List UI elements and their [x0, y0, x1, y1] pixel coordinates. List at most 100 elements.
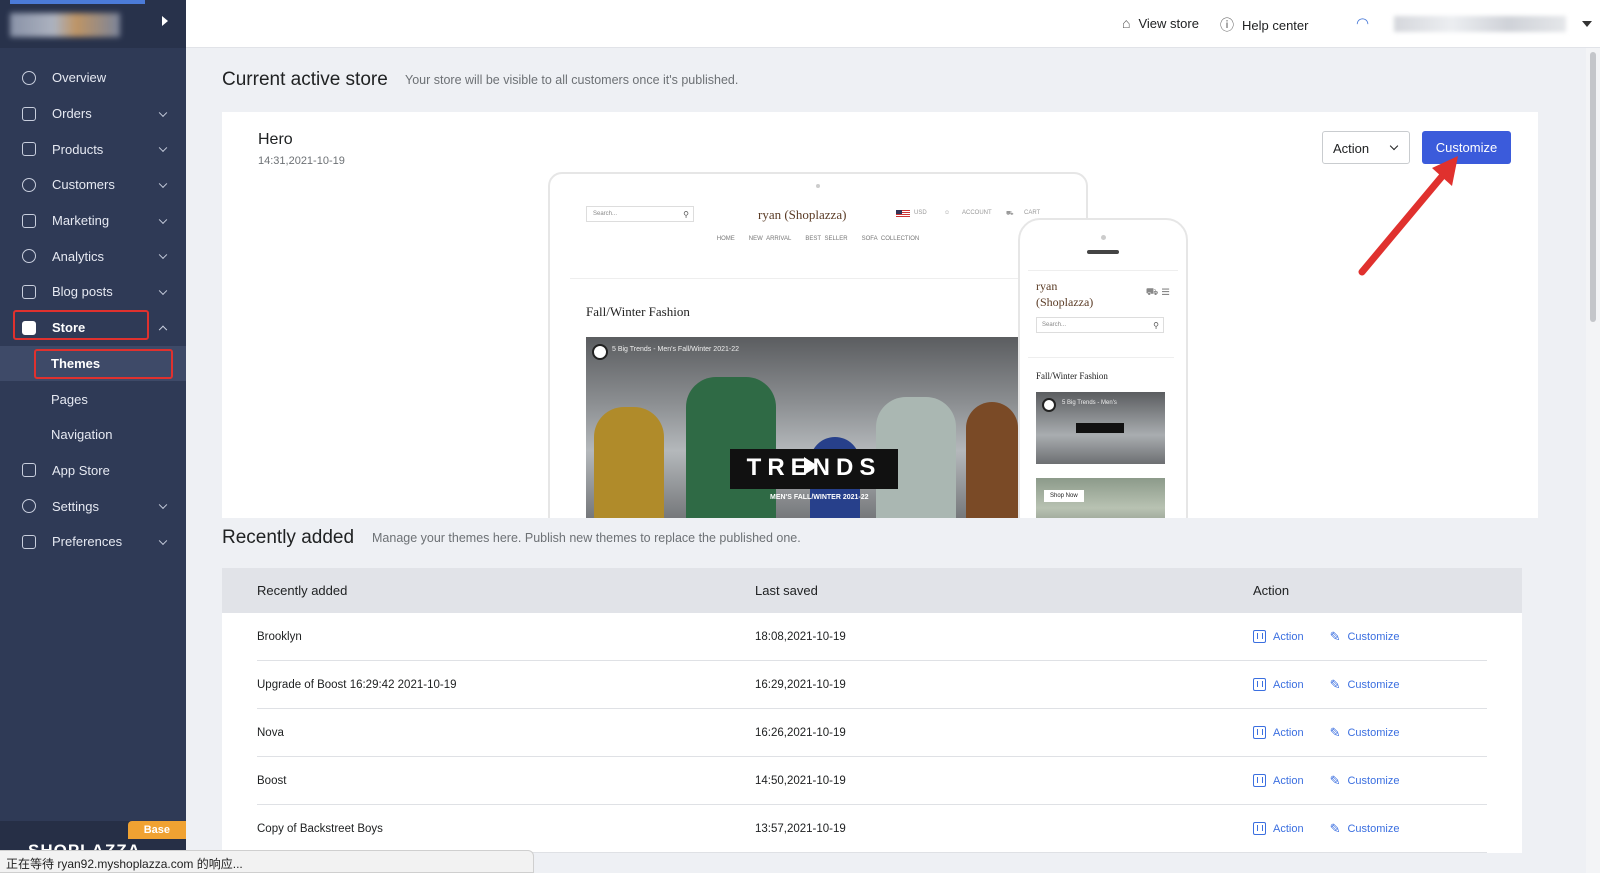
preview-video: 5 Big Trends - Men's Fall/Winter 2021-22… — [586, 337, 1018, 518]
sidebar-item-app-store[interactable]: App Store — [0, 453, 186, 489]
pencil-icon: ✎ — [1329, 628, 1341, 644]
column-header: Action — [1253, 583, 1290, 598]
browser-status-bar: 正在等待 ryan92.myshoplazza.com 的响应... — [0, 850, 534, 873]
sidebar-item-products[interactable]: Products — [0, 131, 186, 167]
sidebar-item-blog-posts[interactable]: Blog posts — [0, 274, 186, 310]
row-customize-label: Customize — [1347, 822, 1400, 835]
chevron-down-icon — [1389, 141, 1399, 151]
orders-icon — [22, 106, 36, 121]
mobile-brand: ryan (Shoplazza) — [1036, 278, 1093, 310]
chevron-down-icon — [158, 500, 168, 510]
shop-now-button: Shop Now — [1044, 490, 1084, 502]
table-row: Boost 14:50,2021-10-19 Action ✎ Customize — [257, 757, 1487, 805]
help-center-link[interactable]: ⓘ Help center — [1220, 15, 1308, 35]
row-action-label: Action — [1273, 774, 1304, 787]
top-bar: ⌂ View store ⓘ Help center ◠ — [186, 0, 1600, 48]
view-store-link[interactable]: ⌂ View store — [1122, 15, 1199, 31]
account-dropdown-icon[interactable] — [1582, 21, 1592, 27]
sidebar-item-label: Marketing — [52, 213, 110, 229]
play-icon — [804, 457, 818, 475]
table-row: Brooklyn 18:08,2021-10-19 Action ✎ Custom… — [257, 613, 1487, 661]
theme-timestamp: 14:31,2021-10-19 — [258, 155, 345, 167]
scrollbar-thumb[interactable] — [1590, 52, 1596, 322]
sidebar-nav: Overview Orders Products Customers Marke… — [0, 48, 186, 560]
row-customize-label: Customize — [1347, 630, 1400, 643]
sidebar-item-label: Customers — [52, 177, 115, 193]
preview-heading: Fall/Winter Fashion — [586, 304, 690, 319]
help-center-label: Help center — [1242, 17, 1309, 33]
desktop-preview[interactable]: Search... ⚲ ryan (Shoplazza) USD ☺ ACCOUN… — [548, 172, 1088, 518]
wifi-icon[interactable]: ◠ — [1356, 14, 1369, 32]
last-saved-cell: 13:57,2021-10-19 — [755, 822, 846, 835]
sidebar-subitem-pages[interactable]: Pages — [0, 381, 186, 417]
row-action-link[interactable]: Action — [1253, 678, 1304, 691]
action-icon — [1253, 630, 1266, 643]
search-icon: ⚲ — [683, 210, 689, 219]
table-row: Upgrade of Boost 16:29:42 2021-10-19 16:… — [257, 661, 1487, 709]
menu-icon: ⛟ ☰ — [1145, 287, 1170, 298]
sidebar-item-label: Products — [52, 141, 104, 157]
sidebar-item-label: Preferences — [52, 534, 123, 550]
recently-added-title: Recently added — [222, 527, 355, 548]
video-title: 5 Big Trends - Men's Fall/Winter 2021-22 — [612, 346, 740, 353]
red-arrow-annotation — [1358, 156, 1458, 276]
row-customize-label: Customize — [1347, 726, 1400, 739]
sidebar-item-orders[interactable]: Orders — [0, 96, 186, 132]
sidebar-subitem-navigation[interactable]: Navigation — [0, 417, 186, 453]
settings-icon — [22, 499, 36, 514]
sidebar-item-label: Analytics — [52, 248, 105, 264]
row-action-link[interactable]: Action — [1253, 630, 1304, 643]
row-customize-link[interactable]: ✎ Customize — [1330, 725, 1400, 741]
row-action-link[interactable]: Action — [1253, 726, 1304, 739]
view-store-label: View store — [1138, 15, 1199, 31]
row-customize-link[interactable]: ✎ Customize — [1330, 773, 1400, 789]
page-scrollbar[interactable] — [1586, 48, 1600, 873]
preview-nav-item: HOME — [716, 236, 735, 242]
actions-cell: Action ✎ Customize — [1253, 773, 1425, 789]
sidebar-item-customers[interactable]: Customers — [0, 167, 186, 203]
mobile-video-title: 5 Big Trends - Men's — [1062, 400, 1117, 406]
video-figure — [594, 407, 664, 518]
sidebar-item-settings[interactable]: Settings — [0, 488, 186, 524]
search-icon: ⚲ — [1153, 321, 1159, 330]
row-customize-link[interactable]: ✎ Customize — [1330, 629, 1400, 645]
theme-name-cell: Boost — [257, 774, 287, 787]
progress-line — [10, 0, 145, 4]
sidebar-item-label: App Store — [52, 462, 110, 478]
sidebar-subitem-themes[interactable]: Themes — [0, 345, 186, 382]
actions-cell: Action ✎ Customize — [1253, 821, 1425, 837]
row-action-link[interactable]: Action — [1253, 774, 1304, 787]
sidebar-item-overview[interactable]: Overview — [0, 60, 186, 96]
row-action-label: Action — [1273, 822, 1304, 835]
preview-cart: CART — [1024, 210, 1041, 216]
action-icon — [1253, 678, 1266, 691]
mobile-preview[interactable]: ryan (Shoplazza) ⛟ ☰ Search... ⚲ Fall/Wint… — [1018, 218, 1188, 518]
chevron-down-icon — [158, 215, 168, 224]
action-icon — [1253, 774, 1266, 787]
highlight-box — [34, 348, 173, 379]
current-store-subtitle: Your store will be visible to all custom… — [405, 73, 739, 87]
camera-dot — [816, 184, 820, 188]
sidebar-item-store[interactable]: Store — [0, 309, 186, 346]
pencil-icon: ✎ — [1329, 820, 1341, 836]
row-customize-link[interactable]: ✎ Customize — [1330, 821, 1400, 837]
row-customize-label: Customize — [1347, 678, 1400, 691]
sidebar-item-marketing[interactable]: Marketing — [0, 203, 186, 239]
mobile-screen: ryan (Shoplazza) ⛟ ☰ Search... ⚲ Fall/Wint… — [1028, 270, 1178, 518]
help-icon: ⓘ — [1220, 17, 1234, 33]
overview-icon — [22, 70, 36, 85]
row-action-link[interactable]: Action — [1253, 822, 1304, 835]
preview-nav: HOME NEW ARRIVAL BEST SELLER SOFA COLLECTIO… — [550, 236, 1086, 242]
sidebar-item-analytics[interactable]: Analytics — [0, 238, 186, 274]
preview-nav-item: NEW ARRIVAL — [748, 236, 792, 242]
row-customize-link[interactable]: ✎ Customize — [1330, 677, 1400, 693]
chevron-down-icon — [158, 250, 168, 260]
camera-dot — [1101, 235, 1106, 240]
table-row: Nova 16:26,2021-10-19 Action ✎ Customize — [257, 709, 1487, 757]
collapse-sidebar-icon[interactable] — [162, 16, 168, 26]
sidebar-item-preferences[interactable]: Preferences — [0, 524, 186, 560]
account-name-blurred[interactable] — [1394, 16, 1566, 32]
store-logo-blurred[interactable] — [10, 13, 120, 37]
action-icon — [1253, 726, 1266, 739]
preview-search-placeholder: Search... — [593, 211, 618, 217]
